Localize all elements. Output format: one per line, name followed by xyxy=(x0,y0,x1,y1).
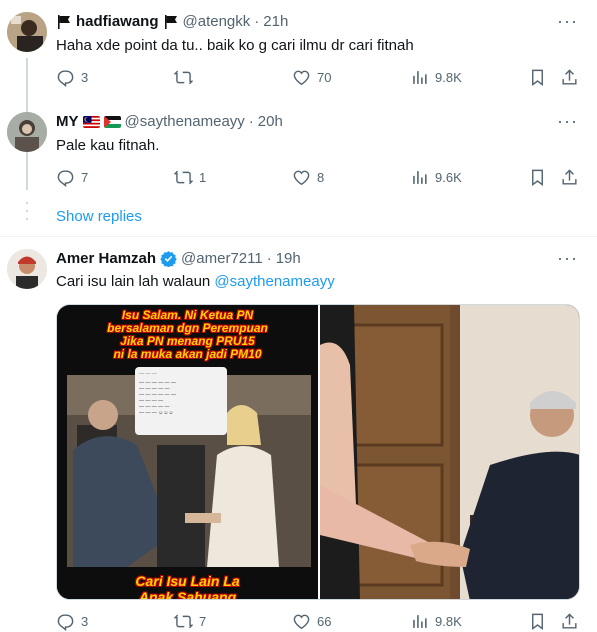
tweet-actions: 3 7 66 9.8K xyxy=(56,611,584,631)
share-button[interactable] xyxy=(560,167,579,187)
retweet-icon xyxy=(174,70,193,84)
retweet-button[interactable]: 1 xyxy=(174,167,206,187)
reply-button[interactable]: 3 xyxy=(56,611,88,631)
mention-link[interactable]: @saythenameayy xyxy=(214,273,334,290)
verified-badge-icon xyxy=(160,251,177,267)
display-name[interactable]: Amer Hamzah xyxy=(56,250,156,267)
black-flag-icon xyxy=(58,14,70,29)
photo-handshake xyxy=(320,305,579,599)
reply-count: 3 xyxy=(81,613,89,629)
more-options-icon[interactable]: ··· xyxy=(557,12,577,36)
bookmark-icon xyxy=(532,613,543,630)
retweet-button[interactable]: 7 xyxy=(174,611,206,631)
share-button[interactable] xyxy=(560,67,579,87)
user-handle[interactable]: @atengkk xyxy=(183,13,251,30)
retweet-icon xyxy=(174,170,193,184)
views-chart-icon xyxy=(413,70,427,84)
tweet-header: hadfiawang @atengkk · 21h xyxy=(56,13,288,30)
tweet-1[interactable]: hadfiawang @atengkk · 21h ··· Haha xde p… xyxy=(0,0,597,100)
view-count: 9.6K xyxy=(435,169,462,185)
reply-count: 7 xyxy=(81,169,89,185)
tweet-2[interactable]: MY @saythenameayy · 20h ··· Pale kau fit… xyxy=(0,100,597,200)
views-chart-icon xyxy=(413,614,427,628)
embedded-comment-screenshot: — — — — — — — — — — — — — — — — — — — — — —… xyxy=(135,367,227,435)
like-button[interactable]: 70 xyxy=(292,67,331,87)
reply-icon xyxy=(57,613,74,631)
more-options-icon[interactable]: ··· xyxy=(557,249,577,273)
retweet-count: 1 xyxy=(199,169,207,185)
tweet-header: Amer Hamzah @amer7211 · 19h xyxy=(56,250,301,267)
malaysia-flag-icon xyxy=(82,115,100,128)
retweet-button[interactable] xyxy=(174,67,199,87)
meme-caption-top-3: Jika PN menang PRU15 xyxy=(120,334,255,348)
avatar-image xyxy=(7,112,47,152)
bookmark-button[interactable] xyxy=(528,167,547,187)
tweet-text-content: Cari isu lain lah walaun xyxy=(56,273,215,290)
avatar[interactable] xyxy=(7,12,47,52)
heart-icon xyxy=(293,170,310,185)
avatar[interactable] xyxy=(7,112,47,152)
retweet-count: 7 xyxy=(199,613,207,629)
timestamp[interactable]: 21h xyxy=(263,13,288,30)
timestamp[interactable]: 20h xyxy=(258,113,283,130)
user-handle[interactable]: @saythenameayy xyxy=(125,113,245,130)
like-count: 8 xyxy=(317,169,325,185)
display-name[interactable]: hadfiawang xyxy=(76,13,159,30)
views-button[interactable]: 9.6K xyxy=(410,167,462,187)
view-count: 9.8K xyxy=(435,613,462,629)
like-button[interactable]: 8 xyxy=(292,167,324,187)
tweet-text: Cari isu lain lah walaun @saythenameayy xyxy=(56,273,335,290)
reply-button[interactable]: 7 xyxy=(56,167,88,187)
avatar-image xyxy=(7,249,47,289)
separator-dot: · xyxy=(254,13,260,30)
tweet-header: MY @saythenameayy · 20h xyxy=(56,113,283,130)
meme-caption-top-1: Isu Salam. Ni Ketua PN xyxy=(121,308,254,322)
reply-icon xyxy=(57,69,74,87)
display-name[interactable]: MY xyxy=(56,113,79,130)
reply-button[interactable]: 3 xyxy=(56,67,88,87)
heart-icon xyxy=(293,70,310,85)
like-count: 70 xyxy=(317,69,332,85)
reply-icon xyxy=(57,169,74,187)
black-flag-icon xyxy=(164,14,177,29)
meme-caption-bottom-1: Cari Isu Lain La xyxy=(135,573,240,589)
tweet-text: Pale kau fitnah. xyxy=(56,137,160,154)
bookmark-icon xyxy=(532,69,543,86)
media-image-right[interactable] xyxy=(320,305,579,599)
timestamp[interactable]: 19h xyxy=(276,250,301,267)
views-button[interactable]: 9.8K xyxy=(410,67,462,87)
views-chart-icon xyxy=(413,170,427,184)
meme-caption-top-2: bersalaman dgn Perempuan xyxy=(107,321,268,335)
share-icon xyxy=(562,68,577,85)
share-button[interactable] xyxy=(560,611,579,631)
views-button[interactable]: 9.8K xyxy=(410,611,462,631)
share-icon xyxy=(562,612,577,629)
meme-caption-bottom-2: Anak Sahuang xyxy=(138,589,237,599)
bookmark-button[interactable] xyxy=(528,611,547,631)
user-handle[interactable]: @amer7211 xyxy=(181,250,263,267)
avatar-image xyxy=(7,12,47,52)
like-count: 66 xyxy=(317,613,332,629)
tweet-actions: 7 1 8 9.6K xyxy=(56,167,584,187)
view-count: 9.8K xyxy=(435,69,462,85)
separator-dot: · xyxy=(266,250,272,267)
more-options-icon[interactable]: ··· xyxy=(557,112,577,136)
like-button[interactable]: 66 xyxy=(292,611,331,631)
meme-caption-top-4: ni la muka akan jadi PM10 xyxy=(113,347,262,361)
thread-dots xyxy=(26,202,28,220)
separator-dot: · xyxy=(248,113,254,130)
share-icon xyxy=(562,168,577,185)
media-image-left[interactable]: Isu Salam. Ni Ketua PN bersalaman dgn Pe… xyxy=(57,305,318,599)
reply-count: 3 xyxy=(81,69,89,85)
avatar[interactable] xyxy=(7,249,47,289)
heart-icon xyxy=(293,614,310,629)
tweet-actions: 3 70 9.8K xyxy=(56,67,584,87)
bookmark-button[interactable] xyxy=(528,67,547,87)
show-replies-link[interactable]: Show replies xyxy=(56,208,142,225)
tweet-media[interactable]: Isu Salam. Ni Ketua PN bersalaman dgn Pe… xyxy=(56,304,580,600)
palestine-flag-icon xyxy=(103,115,121,128)
retweet-icon xyxy=(174,614,193,628)
tweet-text: Haha xde point da tu.. baik ko g cari il… xyxy=(56,37,414,54)
bookmark-icon xyxy=(532,169,543,186)
